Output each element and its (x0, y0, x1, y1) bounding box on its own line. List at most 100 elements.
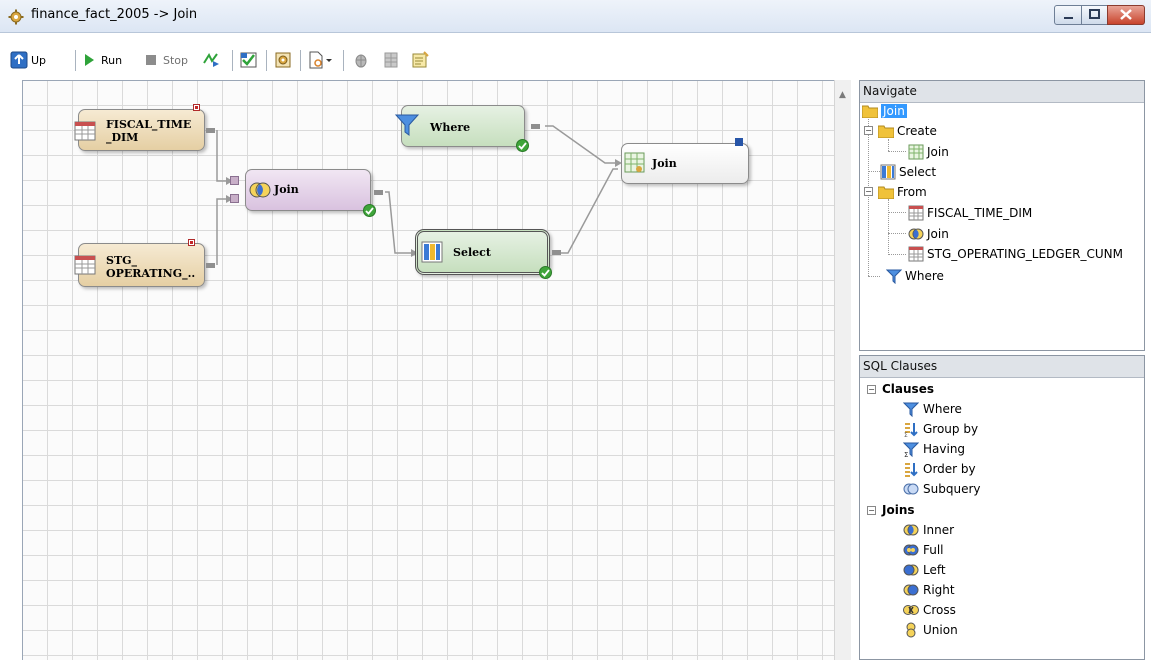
grid-icon (384, 52, 398, 68)
table-icon (908, 246, 924, 261)
view-dropdown-button[interactable] (307, 48, 333, 72)
validate-button[interactable] (240, 48, 258, 72)
tree-item-from-join[interactable]: Join (908, 224, 949, 243)
join-icon (249, 182, 271, 198)
join-inner[interactable]: Inner (903, 520, 954, 540)
having-icon: Σ (903, 442, 919, 457)
filter-icon (903, 402, 919, 417)
gear-icon (8, 9, 24, 25)
left-join-icon (903, 564, 919, 576)
subquery-icon (903, 483, 919, 495)
stop-icon (146, 55, 156, 65)
node-join-target[interactable]: Join (621, 143, 749, 184)
clause-having[interactable]: Σ Having (903, 439, 965, 459)
folder-icon (878, 125, 894, 138)
maximize-button[interactable] (1081, 5, 1108, 25)
toolbar-separator (232, 50, 233, 71)
minimize-icon (1064, 17, 1073, 19)
minimize-button[interactable] (1054, 5, 1082, 25)
tree-item-select[interactable]: Select (880, 162, 936, 181)
join-label: Union (923, 623, 958, 637)
tree-line (888, 212, 906, 213)
toolbar-separator (300, 50, 301, 71)
run-button[interactable]: Run (80, 48, 122, 72)
toolbar-separator (343, 50, 344, 71)
note-button[interactable] (411, 48, 429, 72)
tree-item-from[interactable]: From (878, 182, 927, 201)
join-left[interactable]: Left (903, 560, 946, 580)
stop-label: Stop (163, 53, 189, 67)
properties-button[interactable] (274, 48, 292, 72)
input-port[interactable] (230, 194, 239, 203)
tree-item-fiscal-time-dim[interactable]: FISCAL_TIME_DIM (908, 203, 1032, 222)
tree-line (888, 139, 889, 151)
tree-line (868, 276, 880, 277)
collapse-toggle[interactable]: − (864, 126, 873, 135)
navigate-panel: Navigate Join − Create Join Select − Fro… (859, 80, 1145, 351)
node-label: FISCAL_TIME _DIM (106, 118, 192, 144)
output-port[interactable] (531, 124, 540, 129)
section-joins: Joins (882, 500, 915, 520)
inner-join-icon (903, 524, 919, 536)
success-check-icon (539, 266, 552, 279)
grid-button[interactable] (382, 48, 400, 72)
debug-button[interactable] (352, 48, 370, 72)
tree-item-label: Select (899, 164, 937, 179)
node-join[interactable]: Join (245, 169, 371, 211)
tree-item-stg-operating[interactable]: STG_OPERATING_LEDGER_CUNM (908, 244, 1123, 263)
collapse-toggle[interactable]: − (867, 506, 876, 515)
tree-item-create-join[interactable]: Join (908, 142, 949, 161)
status-marker (193, 104, 200, 111)
success-check-icon (363, 204, 376, 217)
collapse-toggle[interactable]: − (867, 385, 876, 394)
node-label: Select (453, 246, 491, 259)
join-full[interactable]: Full (903, 540, 944, 560)
target-table-icon (908, 144, 924, 159)
canvas-scrollbar[interactable]: ▲ (834, 80, 851, 660)
select-columns-icon (880, 164, 896, 179)
up-arrow-icon (10, 51, 28, 69)
node-label: Join (274, 183, 299, 196)
group-by-icon: Σ (904, 423, 918, 437)
up-button[interactable]: Up (10, 48, 46, 72)
tree-item-where[interactable]: Where (886, 266, 944, 285)
section-clauses: Clauses (882, 379, 934, 399)
output-port[interactable] (206, 263, 215, 268)
join-cross[interactable]: Cross (903, 600, 956, 620)
full-join-icon (903, 544, 919, 556)
node-where[interactable]: Where (394, 105, 525, 147)
step-run-icon (203, 52, 219, 67)
filter-icon (886, 269, 902, 284)
join-label: Full (923, 543, 944, 557)
scroll-up-icon[interactable]: ▲ (839, 90, 846, 100)
join-right[interactable]: Right (903, 580, 955, 600)
collapse-toggle[interactable]: − (864, 187, 873, 196)
node-fiscal-time-dim[interactable]: FISCAL_TIME _DIM (74, 109, 205, 151)
tree-item-create[interactable]: Create (878, 121, 937, 140)
run-step-button[interactable] (202, 48, 220, 72)
node-label: STG_ OPERATING_.. (106, 254, 196, 280)
tree-line (888, 233, 906, 234)
node-select[interactable]: Select (415, 229, 550, 275)
process-canvas[interactable]: FISCAL_TIME _DIM STG_ OPERATING_.. Join … (22, 80, 834, 660)
output-port[interactable] (374, 190, 383, 195)
filter-icon (394, 114, 420, 136)
table-icon (908, 205, 924, 220)
toolbar: Up Run Stop (0, 44, 1151, 78)
clause-order-by[interactable]: Order by (903, 459, 976, 479)
tree-item-join-root[interactable]: Join (862, 101, 907, 120)
close-button[interactable] (1107, 5, 1145, 25)
output-port[interactable] (552, 250, 561, 255)
node-stg-operating[interactable]: STG_ OPERATING_.. (74, 243, 205, 287)
stop-button[interactable]: Stop (142, 48, 188, 72)
clause-subquery[interactable]: Subquery (903, 479, 980, 499)
join-union[interactable]: Union (903, 620, 958, 640)
input-port[interactable] (230, 176, 239, 185)
clause-group-by[interactable]: Σ Group by (903, 419, 978, 439)
output-port[interactable] (206, 128, 215, 133)
target-table-icon (624, 152, 645, 173)
settings-icon (275, 52, 291, 68)
tree-item-label: Join (881, 103, 907, 118)
clause-where[interactable]: Where (903, 399, 962, 419)
tree-item-label: Join (927, 226, 949, 241)
